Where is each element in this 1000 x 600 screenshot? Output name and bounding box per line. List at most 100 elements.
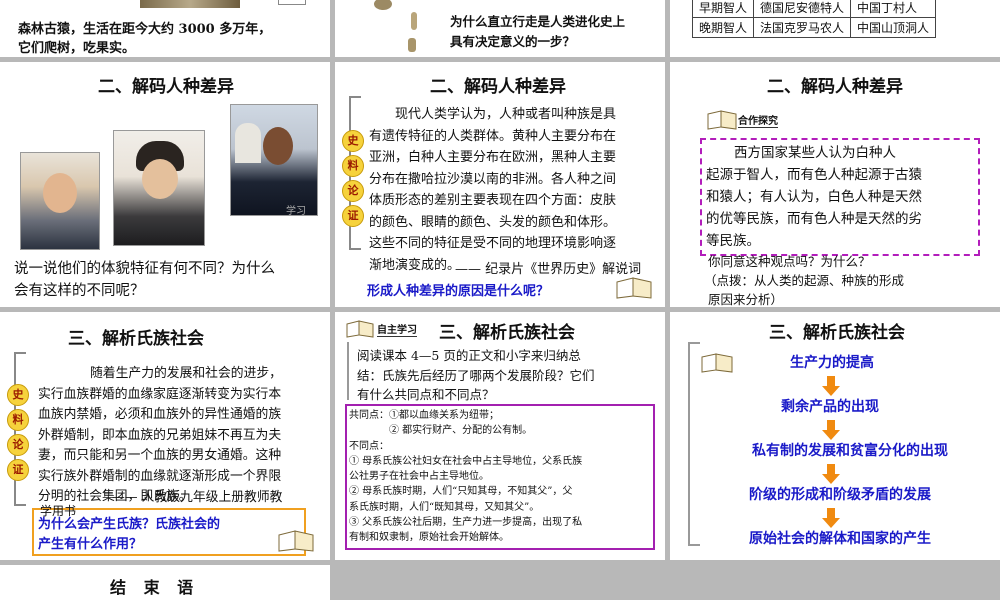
flow-step-1: 生产力的提高 xyxy=(790,355,874,371)
passage-source: —— 人教版九年级上册教师教 xyxy=(112,490,283,505)
flow-step-3: 私有制的发展和贫富分化的出现 xyxy=(752,443,948,459)
slide-top-middle[interactable]: 为什么直立行走是人类进化史上 具有决定意义的一步？ xyxy=(335,0,665,57)
history-evidence-badge: 史 料 论 证 xyxy=(342,130,364,230)
answer-line: ② 都实行财产、分配的公有制。 xyxy=(349,425,533,437)
slide-bottom-right[interactable]: 三、解析氏族社会 生产力的提高 剩余产品的出现 私有制的发展和贫富分化的出现 阶… xyxy=(670,312,1000,560)
badge-char: 料 xyxy=(7,409,29,431)
answer-line: 公社男子在社会中占主导地位。 xyxy=(349,471,489,483)
passage-line: 的优等民族，而有色人种是天然的劣 xyxy=(706,211,922,227)
down-arrow-icon xyxy=(822,464,840,484)
question-line-2: 会有这样的不同呢？ xyxy=(14,283,145,299)
down-arrow-icon xyxy=(822,508,840,528)
question-line-2: 具有决定意义的一步？ xyxy=(450,34,576,49)
bone-icon xyxy=(408,38,416,52)
badge-char: 史 xyxy=(7,384,29,406)
question-line-2: 产生有什么作用？ xyxy=(38,537,143,552)
badge-char: 史 xyxy=(342,130,364,152)
passage-line: 体质形态的差别主要表现在四个方面：皮肤 xyxy=(369,193,617,208)
answer-line: 系氏族时期，人们“既知其母，又知其父”。 xyxy=(349,501,540,513)
table-row: 晚期智人 法国克罗马农人 中国山顶洞人 xyxy=(691,17,937,38)
cooperative-inquiry-tag: 合作探究 xyxy=(738,112,778,128)
slide-title: 三、解析氏族社会 xyxy=(439,323,575,343)
answer-line: ① 母系氏族公社妇女在社会中占主导地位，父系氏族 xyxy=(349,455,583,467)
bone-icon xyxy=(411,12,417,30)
passage-line: 亚洲，白种人主要分布在欧洲，黑种人主要 xyxy=(369,150,617,165)
ape-image-strip xyxy=(140,0,240,8)
passage-line: 有遗传特征的人类群体。黄种人主要分布在 xyxy=(369,128,617,144)
answer-line: ③ 父系氏族公社后期，生产力进一步提高，出现了私 xyxy=(349,517,583,529)
task: 阅读课本 4—5 页的正文和小字来归纳总 结：氏族先后经历了哪两个发展阶段？它们… xyxy=(357,346,657,405)
passage-line: 等民族。 xyxy=(706,233,760,249)
passage-line: 和猿人；有人认为，白色人种是天然 xyxy=(706,189,922,205)
down-arrow-icon xyxy=(822,420,840,440)
table-cell: 中国丁村人 xyxy=(850,0,937,18)
answer-line: 有制和奴隶制，原始社会开始解体。 xyxy=(349,532,509,544)
watermark: 学习 xyxy=(286,206,306,217)
dome xyxy=(235,123,261,163)
portrait-photo xyxy=(20,152,100,250)
question-line-1: 为什么直立行走是人类进化史上 xyxy=(450,14,626,29)
passage-line: 分布在撒哈拉沙漠以南的非洲。各人种之间 xyxy=(369,171,617,187)
table-cell: 晚期智人 xyxy=(691,17,755,38)
slide-middle-right[interactable]: 二、解码人种差异 合作探究 西方国家某些人认为白种人 起源于智人，而有色人种起源… xyxy=(670,62,1000,307)
book-icon xyxy=(278,530,314,552)
face xyxy=(43,173,77,213)
slide-end[interactable]: 结 束 语 xyxy=(0,565,330,600)
face xyxy=(142,159,178,199)
answer-line: ② 母系氏族时期，人们“只知其母，不知其父”，父 xyxy=(349,486,573,498)
slide-title: 三、解析氏族社会 xyxy=(68,329,204,349)
passage-line: 妻，而只能和另一个血族的男女通婚。这种 xyxy=(38,448,282,463)
slide-top-left[interactable]: 森林古猿，生活在距今大约 3000 多万年， 它们爬树，吃果实。 xyxy=(0,0,330,57)
slide-title: 二、解码人种差异 xyxy=(767,77,903,97)
passage-line: 的颜色、眼睛的颜色、头发的颜色和体形。 xyxy=(369,214,617,230)
viewpoint-box: 西方国家某些人认为白种人 起源于智人，而有色人种起源于古猿 和猿人；有人认为，白… xyxy=(700,138,980,256)
slide-top-right[interactable]: 早期智人 德国尼安德特人 中国丁村人 晚期智人 法国克罗马农人 中国山顶洞人 xyxy=(670,0,1000,57)
slide-title: 二、解码人种差异 xyxy=(430,77,566,97)
slide-title: 三、解析氏族社会 xyxy=(769,323,905,343)
badge-char: 证 xyxy=(342,205,364,227)
badge-char: 证 xyxy=(7,459,29,481)
portrait-photo xyxy=(230,104,318,216)
passage-line: 起源于智人，而有色人种起源于古猿 xyxy=(706,167,922,183)
end-title: 结 束 语 xyxy=(110,578,200,597)
task-divider xyxy=(347,342,349,400)
passage-source-tail: 学用书 xyxy=(40,504,77,518)
history-evidence-badge: 史 料 论 证 xyxy=(7,384,29,484)
passage-line: 外群婚制，即本血族的兄弟姐妹不再互为夫 xyxy=(38,427,282,443)
passage-line: 现代人类学认为，人种或者叫种族是具 xyxy=(395,107,617,122)
passage: 现代人类学认为，人种或者叫种族是具 有遗传特征的人类群体。黄种人主要分布在 亚洲… xyxy=(369,104,659,276)
portrait-photo xyxy=(113,130,205,246)
flow-step-5: 原始社会的解体和国家的产生 xyxy=(749,531,931,547)
hint-line-1: （点拨：从人类的起源、种族的形成 xyxy=(704,273,905,288)
flow-step-4: 阶级的形成和阶级矛盾的发展 xyxy=(749,487,931,503)
slide-bottom-center[interactable]: 自主学习 三、解析氏族社会 阅读课本 4—5 页的正文和小字来归纳总 结：氏族先… xyxy=(335,312,665,560)
image-frame xyxy=(278,0,306,5)
book-icon xyxy=(701,353,733,373)
human-evolution-table: 早期智人 德国尼安德特人 中国丁村人 晚期智人 法国克罗马农人 中国山顶洞人 xyxy=(691,0,937,38)
table-cell: 法国克罗马农人 xyxy=(753,17,852,38)
slide-middle-left[interactable]: 二、解码人种差异 学习 说一说他们的体貌特征有何不同？为什么 会有这样的不同呢？ xyxy=(0,62,330,307)
book-icon xyxy=(707,110,737,130)
down-arrow-icon xyxy=(822,376,840,396)
caption-line-2: 它们爬树，吃果实。 xyxy=(18,41,136,56)
hint-line-2: 原因来分析） xyxy=(708,292,784,307)
flow-bracket xyxy=(688,342,700,546)
question: 形成人种差异的原因是什么呢？ xyxy=(367,284,550,299)
table-row: 早期智人 德国尼安德特人 中国丁村人 xyxy=(691,0,937,18)
slide-middle-center[interactable]: 二、解码人种差异 史 料 论 证 现代人类学认为，人种或者叫种族是具 有遗传特征… xyxy=(335,62,665,307)
badge-char: 论 xyxy=(342,180,364,202)
caption-line-1: 森林古猿，生活在距今大约 3000 多万年， xyxy=(18,22,272,37)
passage-line: 随着生产力的发展和社会的进步， xyxy=(90,366,282,381)
passage-line: 实行族外群婚制的血缘就逐渐形成一个界限 xyxy=(38,468,282,484)
passage-line: 实行血族群婚的血缘家庭逐渐转变为实行本 xyxy=(38,386,282,402)
question-line-1: 说一说他们的体貌特征有何不同？为什么 xyxy=(14,261,275,277)
slide-bottom-left[interactable]: 三、解析氏族社会 史 料 论 证 随着生产力的发展和社会的进步， 实行血族群婚的… xyxy=(0,312,330,560)
task-line: 有什么共同点和不同点？ xyxy=(357,387,495,402)
task-line: 阅读课本 4—5 页的正文和小字来归纳总 xyxy=(357,348,581,363)
table-cell: 德国尼安德特人 xyxy=(753,0,852,18)
passage-line: 这些不同的特征是受不同的地理环境影响逐 xyxy=(369,236,617,251)
book-icon xyxy=(616,277,652,299)
badge-char: 料 xyxy=(342,155,364,177)
book-icon xyxy=(346,320,374,338)
table-cell: 早期智人 xyxy=(691,0,755,18)
